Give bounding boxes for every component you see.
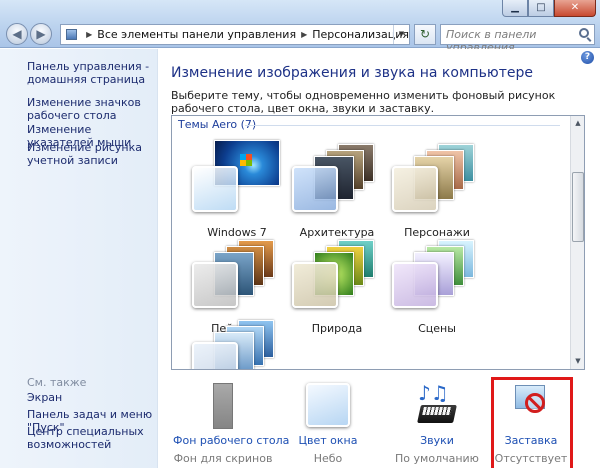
windows7-theme-icon [192,140,282,220]
scenes-theme-icon [392,236,482,316]
window-color-link[interactable]: Цвет окна [278,434,378,447]
theme-label: Сцены [418,322,456,335]
group-divider [245,125,560,126]
search-input[interactable]: Поиск в панели управления [440,24,595,54]
close-button[interactable]: ✕ [554,0,596,17]
nature-theme-icon [292,236,382,316]
personalization-options: Фон рабочего стола Фон для скринов Цвет … [159,371,600,468]
back-button[interactable]: ◀ [6,23,28,45]
theme-nature[interactable]: Природа [282,236,392,346]
scroll-thumb[interactable] [572,172,584,242]
theme-windows7[interactable]: Windows 7 [182,140,292,250]
refresh-button[interactable]: ↻ [414,24,436,45]
forward-button[interactable]: ▶ [30,23,52,45]
address-bar[interactable]: ▶ Все элементы панели управления ▶ Персо… [60,24,410,45]
sidebar-link-desktop-icons[interactable]: Изменение значков рабочего стола [27,96,155,122]
themes-list[interactable]: Темы Aero (7) Windows 7 Архитектура Перс… [171,115,585,370]
window-color-option[interactable]: Цвет окна Небо [278,371,378,468]
desktop-background-link[interactable]: Фон рабочего стола [173,434,289,447]
sidebar-link-ease-of-access[interactable]: Центр специальных возможностей [27,425,155,451]
address-dropdown-icon[interactable]: ▼ [393,25,409,44]
title-bar: ▁ □ ✕ ◀ ▶ ▶ Все элементы панели управлен… [0,0,600,54]
theme-architecture[interactable]: Архитектура [282,140,392,250]
main-content: ? Изменение изображения и звука на компь… [159,49,600,468]
desktop-background-option[interactable]: Фон рабочего стола Фон для скринов [173,371,289,468]
sounds-value: По умолчанию [395,452,479,465]
vertical-scrollbar[interactable]: ▲ ▼ [570,116,584,369]
highlight-box [491,377,573,468]
sidebar: Панель управления - домашняя страница Из… [0,49,158,468]
theme-label: Природа [311,322,363,335]
breadcrumb-separator-icon[interactable]: ▶ [301,30,307,39]
characters-theme-icon [392,140,482,220]
control-panel-icon [66,29,78,40]
desktop-background-icon [213,383,233,429]
see-also-heading: См. также [27,376,87,389]
window-controls: ▁ □ ✕ [502,0,596,17]
minimize-button[interactable]: ▁ [502,0,528,17]
breadcrumb-separator-icon[interactable]: ▶ [86,30,92,39]
scroll-up-icon[interactable]: ▲ [572,117,584,130]
sidebar-link-account-picture[interactable]: Изменение рисунка учетной записи [27,141,155,167]
architecture-theme-icon [292,140,382,220]
sounds-link[interactable]: Звуки [387,434,487,447]
window-color-icon [306,383,350,427]
window-color-value: Небо [313,452,343,465]
sidebar-link-display[interactable]: Экран [27,391,155,404]
desktop-background-value: Фон для скринов [173,452,273,465]
sounds-option[interactable]: ♪♫ Звуки По умолчанию [387,371,487,468]
maximize-button[interactable]: □ [528,0,554,17]
sidebar-link-home[interactable]: Панель управления - домашняя страница [27,60,155,86]
sounds-icon: ♪♫ [416,383,458,427]
scroll-down-icon[interactable]: ▼ [572,355,584,368]
help-icon[interactable]: ? [581,51,594,64]
theme-scenes[interactable]: Сцены [382,236,492,346]
search-icon[interactable] [579,28,589,38]
theme-partial[interactable] [192,316,282,369]
breadcrumb-all-items[interactable]: Все элементы панели управления [97,28,296,41]
page-description: Выберите тему, чтобы одновременно измени… [171,89,556,115]
theme-characters[interactable]: Персонажи [382,140,492,250]
page-title: Изменение изображения и звука на компьют… [171,65,533,81]
landscapes-theme-icon [192,236,282,316]
